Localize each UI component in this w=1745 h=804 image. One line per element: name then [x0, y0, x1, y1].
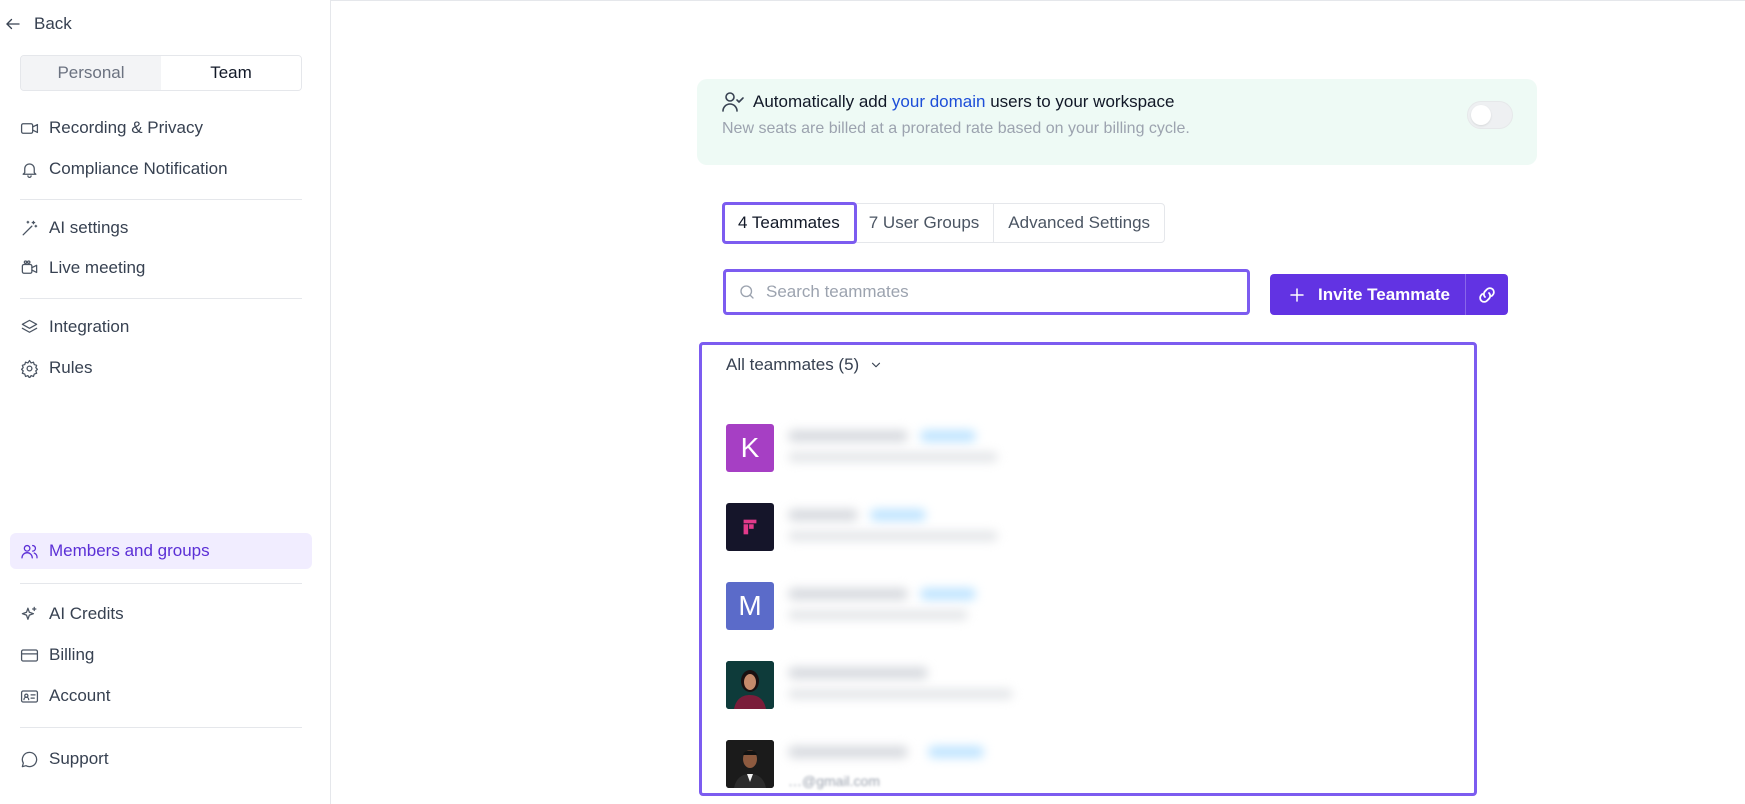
company-logo-icon [743, 519, 757, 535]
teammate-row[interactable]: M [726, 581, 1426, 631]
banner-title: Automatically add your domain users to y… [721, 90, 1174, 114]
sidebar-item-account[interactable]: Account [10, 678, 312, 714]
invite-teammate-label: Invite Teammate [1318, 284, 1450, 304]
sidebar-divider [20, 199, 302, 200]
user-check-icon [722, 92, 744, 112]
sidebar-item-live-meeting[interactable]: Live meeting [10, 250, 312, 286]
teammate-row[interactable] [726, 660, 1426, 710]
search-icon [740, 285, 754, 299]
members-tabs: 4 Teammates 7 User Groups Advanced Setti… [722, 202, 1166, 244]
magic-wand-icon [22, 220, 38, 235]
back-label: Back [34, 14, 72, 33]
gear-icon [20, 359, 39, 378]
invite-teammate-button[interactable]: Invite Teammate [1270, 274, 1508, 315]
sidebar: Back Personal Team Recording & Privacy C… [0, 0, 331, 804]
chat-bubble-icon [21, 751, 38, 767]
sparkle-icon [21, 606, 37, 620]
sidebar-item-support[interactable]: Support [10, 741, 312, 777]
your-domain-link[interactable]: your domain [892, 92, 986, 111]
sidebar-item-label: Support [49, 749, 109, 768]
banner-subtitle: New seats are billed at a prorated rate … [722, 120, 1190, 137]
avatar [726, 740, 774, 788]
redacted-teammate-info [788, 582, 1028, 630]
all-teammates-label: All teammates (5) [726, 355, 860, 374]
sidebar-item-label: AI settings [49, 218, 129, 237]
sidebar-item-label: Billing [49, 645, 95, 664]
teammate-row[interactable] [726, 502, 1426, 552]
live-camera-icon [21, 259, 38, 274]
banner-title-suffix: users to your workspace [985, 92, 1175, 111]
all-teammates-dropdown[interactable]: All teammates (5) [726, 355, 883, 375]
personal-team-switch: Personal Team [20, 55, 302, 91]
segment-team[interactable]: Team [161, 56, 301, 90]
users-icon [21, 544, 38, 558]
credit-card-icon [20, 648, 39, 662]
chevron-down-icon [872, 362, 881, 368]
link-icon [1479, 286, 1495, 303]
tab-teammates[interactable]: 4 Teammates [722, 202, 857, 244]
sidebar-item-label: Live meeting [49, 258, 146, 277]
id-card-icon [20, 689, 39, 703]
invite-teammate-main[interactable]: Invite Teammate [1270, 285, 1465, 305]
redacted-teammate-info [788, 661, 1028, 709]
user-photo-icon [726, 661, 774, 709]
sidebar-divider [20, 298, 302, 299]
domain-auto-add-banner: Automatically add your domain users to y… [697, 79, 1537, 165]
toggle-knob [1471, 105, 1491, 125]
sidebar-item-rules[interactable]: Rules [10, 350, 312, 386]
sidebar-item-label: Recording & Privacy [49, 118, 204, 137]
avatar: M [726, 582, 774, 630]
top-border [331, 0, 1745, 1]
teammate-email: …@gmail.com [788, 773, 881, 789]
sidebar-item-ai-credits[interactable]: AI Credits [10, 596, 312, 632]
redacted-teammate-info [788, 424, 1028, 472]
search-box [723, 269, 1250, 315]
banner-title-prefix: Automatically add [753, 92, 892, 111]
sidebar-item-label: Rules [49, 358, 93, 377]
sidebar-item-recording-privacy[interactable]: Recording & Privacy [10, 110, 312, 146]
teammates-panel: All teammates (5) K M …@gmail.com [699, 342, 1477, 796]
sidebar-divider [20, 727, 302, 728]
sidebar-item-label: AI Credits [49, 604, 124, 623]
sidebar-item-members-and-groups[interactable]: Members and groups [10, 533, 312, 569]
avatar [726, 661, 774, 709]
auto-add-toggle[interactable] [1467, 101, 1513, 129]
search-input[interactable] [766, 282, 1206, 302]
sidebar-item-compliance-notification[interactable]: Compliance Notification [10, 151, 312, 187]
sidebar-item-integration[interactable]: Integration [10, 309, 312, 345]
plus-icon [1290, 287, 1304, 302]
sidebar-item-label: Integration [49, 317, 130, 336]
sidebar-item-ai-settings[interactable]: AI settings [10, 210, 312, 246]
user-photo-icon [726, 740, 774, 788]
tab-advanced-settings[interactable]: Advanced Settings [994, 204, 1164, 242]
sidebar-item-billing[interactable]: Billing [10, 637, 312, 673]
avatar [726, 503, 774, 551]
segment-personal[interactable]: Personal [21, 56, 161, 90]
avatar: K [726, 424, 774, 472]
sidebar-divider [20, 583, 302, 584]
layers-icon [21, 319, 38, 333]
tab-user-groups[interactable]: 7 User Groups [855, 204, 995, 242]
teammate-row[interactable]: K [726, 423, 1426, 473]
copy-invite-link-button[interactable] [1466, 274, 1508, 315]
bell-icon [22, 162, 37, 178]
sidebar-item-label: Members and groups [49, 541, 210, 560]
redacted-teammate-info [788, 503, 1028, 551]
sidebar-item-label: Compliance Notification [49, 159, 228, 178]
arrow-left-icon [6, 18, 20, 30]
back-button[interactable]: Back [4, 14, 72, 34]
sidebar-item-label: Account [49, 686, 111, 705]
video-camera-icon [20, 122, 39, 134]
teammate-row[interactable]: …@gmail.com [726, 739, 1426, 789]
